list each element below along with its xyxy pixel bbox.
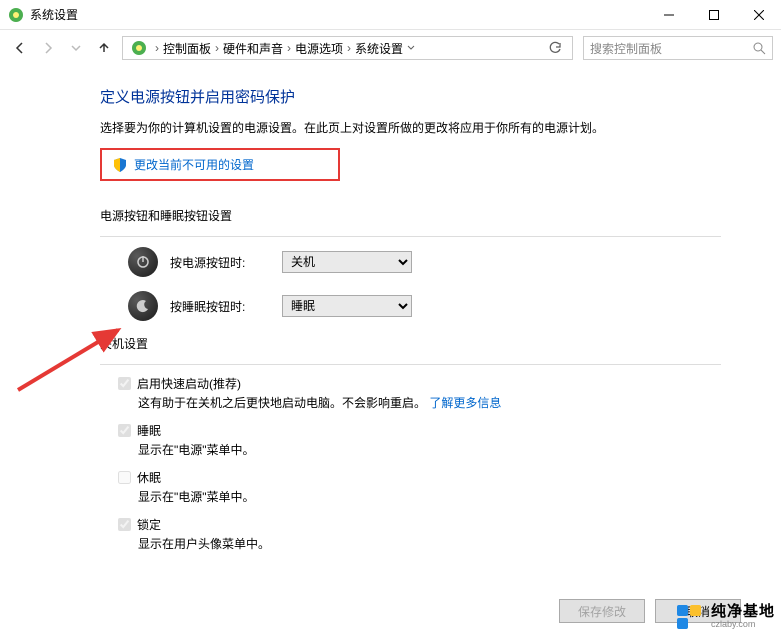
breadcrumb-item[interactable]: 硬件和声音 bbox=[223, 40, 283, 57]
hibernate-row: 休眠 bbox=[118, 469, 721, 486]
divider bbox=[100, 236, 721, 237]
sleep-button-row: 按睡眠按钮时: 睡眠 bbox=[128, 291, 721, 321]
page-subtext: 选择要为你的计算机设置的电源设置。在此页上对设置所做的更改将应用于你所有的电源计… bbox=[100, 119, 721, 138]
breadcrumb-sep: › bbox=[155, 41, 159, 55]
search-placeholder: 搜索控制面板 bbox=[590, 40, 753, 57]
lock-desc: 显示在用户头像菜单中。 bbox=[138, 535, 721, 553]
breadcrumb-sep: › bbox=[347, 41, 351, 55]
refresh-button[interactable] bbox=[542, 41, 568, 55]
sleep-desc: 显示在"电源"菜单中。 bbox=[138, 441, 721, 459]
admin-link[interactable]: 更改当前不可用的设置 bbox=[134, 156, 254, 173]
learn-more-link[interactable]: 了解更多信息 bbox=[429, 396, 501, 410]
breadcrumb-item[interactable]: 电源选项 bbox=[295, 40, 343, 57]
lock-label: 锁定 bbox=[137, 516, 161, 533]
power-button-select[interactable]: 关机 bbox=[282, 251, 412, 273]
faststart-row: 启用快速启动(推荐) bbox=[118, 375, 721, 392]
chevron-down-icon bbox=[407, 44, 415, 52]
save-button[interactable]: 保存修改 bbox=[559, 599, 645, 623]
breadcrumb-item[interactable]: 控制面板 bbox=[163, 40, 211, 57]
control-panel-icon bbox=[131, 40, 147, 56]
faststart-checkbox[interactable] bbox=[118, 377, 131, 390]
watermark: 纯净基地 czlaby.com bbox=[675, 603, 775, 631]
hibernate-checkbox[interactable] bbox=[118, 471, 131, 484]
page-title: 定义电源按钮并启用密码保护 bbox=[100, 86, 721, 107]
forward-arrow-icon bbox=[41, 41, 55, 55]
power-button-label: 按电源按钮时: bbox=[170, 254, 270, 271]
watermark-text: 纯净基地 czlaby.com bbox=[711, 604, 775, 630]
shield-icon bbox=[112, 157, 128, 173]
lock-row: 锁定 bbox=[118, 516, 721, 533]
titlebar: 系统设置 bbox=[0, 0, 781, 30]
up-arrow-icon bbox=[97, 41, 111, 55]
breadcrumb-sep: › bbox=[287, 41, 291, 55]
admin-link-box: 更改当前不可用的设置 bbox=[100, 148, 340, 181]
window-buttons bbox=[646, 0, 781, 30]
breadcrumb-item[interactable]: 系统设置 bbox=[355, 40, 403, 57]
breadcrumb[interactable]: › 控制面板 › 硬件和声音 › 电源选项 › 系统设置 bbox=[122, 36, 573, 60]
maximize-icon bbox=[709, 10, 719, 20]
power-icon bbox=[128, 247, 158, 277]
close-icon bbox=[754, 10, 764, 20]
hibernate-desc: 显示在"电源"菜单中。 bbox=[138, 488, 721, 506]
back-arrow-icon bbox=[13, 41, 27, 55]
sleep-label: 睡眠 bbox=[137, 422, 161, 439]
power-button-row: 按电源按钮时: 关机 bbox=[128, 247, 721, 277]
search-input[interactable]: 搜索控制面板 bbox=[583, 36, 773, 60]
history-dropdown[interactable] bbox=[64, 36, 88, 60]
faststart-desc: 这有助于在关机之后更快地启动电脑。不会影响重启。 了解更多信息 bbox=[138, 394, 721, 412]
watermark-icon bbox=[675, 603, 703, 631]
search-icon bbox=[753, 42, 766, 55]
minimize-button[interactable] bbox=[646, 0, 691, 30]
breadcrumb-sep: › bbox=[215, 41, 219, 55]
navbar: › 控制面板 › 硬件和声音 › 电源选项 › 系统设置 搜索控制面板 bbox=[0, 30, 781, 66]
up-button[interactable] bbox=[92, 36, 116, 60]
maximize-button[interactable] bbox=[691, 0, 736, 30]
content-area: 定义电源按钮并启用密码保护 选择要为你的计算机设置的电源设置。在此页上对设置所做… bbox=[0, 66, 781, 553]
minimize-icon bbox=[664, 10, 674, 20]
refresh-icon bbox=[548, 41, 562, 55]
window-title: 系统设置 bbox=[30, 6, 646, 23]
close-button[interactable] bbox=[736, 0, 781, 30]
sleep-button-label: 按睡眠按钮时: bbox=[170, 298, 270, 315]
sleep-button-select[interactable]: 睡眠 bbox=[282, 295, 412, 317]
sleep-icon bbox=[128, 291, 158, 321]
sleep-row: 睡眠 bbox=[118, 422, 721, 439]
breadcrumb-dropdown[interactable] bbox=[403, 41, 419, 55]
hibernate-label: 休眠 bbox=[137, 469, 161, 486]
chevron-down-icon bbox=[71, 43, 81, 53]
forward-button[interactable] bbox=[36, 36, 60, 60]
divider bbox=[100, 364, 721, 365]
lock-checkbox[interactable] bbox=[118, 518, 131, 531]
faststart-label: 启用快速启动(推荐) bbox=[137, 375, 241, 392]
section-buttons-title: 电源按钮和睡眠按钮设置 bbox=[100, 207, 721, 224]
section-shutdown-title: 关机设置 bbox=[100, 335, 721, 352]
back-button[interactable] bbox=[8, 36, 32, 60]
app-icon bbox=[8, 7, 24, 23]
sleep-checkbox[interactable] bbox=[118, 424, 131, 437]
